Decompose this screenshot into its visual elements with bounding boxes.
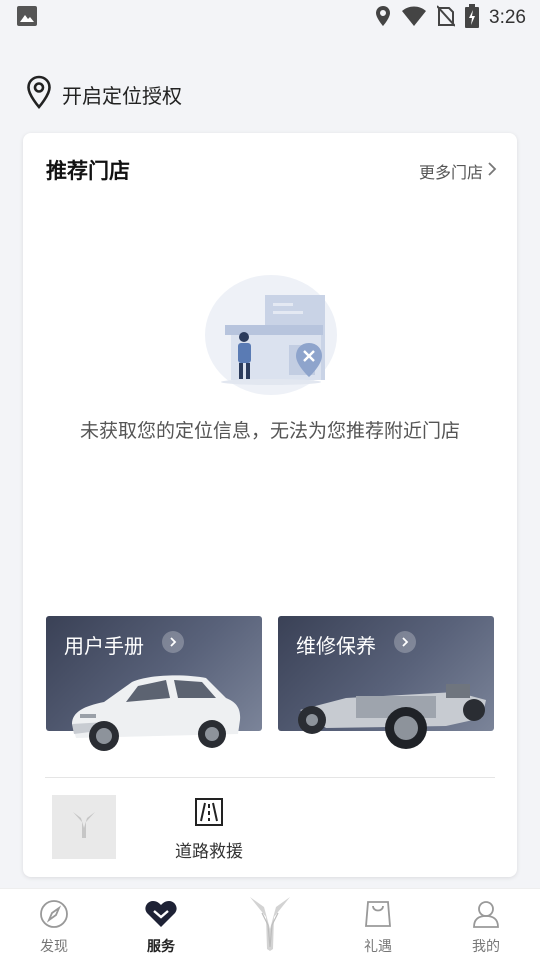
tab-brand-home[interactable] (230, 895, 310, 957)
maintenance-tile[interactable]: 维修保养 (278, 616, 494, 749)
tab-label: 礼遇 (364, 939, 392, 955)
gift-bag-icon (363, 899, 393, 933)
suv-car-image (72, 675, 241, 751)
roadside-assistance-button[interactable]: 道路救援 (173, 797, 245, 862)
more-stores-label: 更多门店 (418, 163, 483, 182)
tab-label: 我的 (472, 939, 500, 955)
heart-chevron-icon (144, 899, 178, 933)
tab-label: 发现 (40, 939, 68, 955)
map-pin-icon (26, 75, 52, 113)
battery-charging-icon (465, 4, 480, 32)
chevron-right-icon (487, 161, 497, 181)
tab-service[interactable]: 服务 (121, 899, 201, 956)
chevron-right-icon (162, 631, 184, 653)
no-location-illustration (201, 265, 341, 395)
compass-icon (39, 899, 69, 933)
more-stores-link[interactable]: 更多门店 (419, 159, 497, 183)
bottom-tab-bar: 发现 服务 礼遇 我的 (0, 888, 540, 960)
enable-location-label: 开启定位授权 (62, 83, 182, 108)
brand-logo-icon (71, 810, 97, 844)
status-bar: 3:26 (0, 0, 540, 36)
user-manual-tile[interactable]: 用户手册 (46, 616, 262, 751)
chevron-right-icon (394, 631, 416, 653)
card-title: 推荐门店 (46, 159, 130, 183)
brand-logo-placeholder (52, 795, 116, 859)
store-card: 推荐门店 更多门店 未获取您的定位信息，无法为您推荐附近门店 用户手册 维修保养… (23, 133, 517, 877)
user-icon (471, 899, 501, 933)
tab-privileges[interactable]: 礼遇 (338, 899, 418, 956)
maintenance-label: 维修保养 (296, 634, 376, 658)
chassis-image (298, 684, 486, 749)
road-icon (194, 798, 224, 831)
no-sim-icon (436, 5, 456, 31)
brand-logo-icon (248, 895, 292, 957)
location-icon (375, 5, 391, 31)
section-divider (45, 777, 495, 778)
roadside-assistance-label: 道路救援 (175, 842, 243, 862)
user-manual-label: 用户手册 (64, 634, 144, 658)
tab-profile[interactable]: 我的 (446, 899, 526, 956)
tab-discover[interactable]: 发现 (14, 899, 94, 956)
status-time: 3:26 (489, 7, 526, 28)
gallery-icon (16, 5, 38, 31)
enable-location-row[interactable]: 开启定位授权 (26, 75, 182, 113)
wifi-icon (401, 5, 427, 31)
tab-label: 服务 (147, 939, 175, 955)
empty-state-message: 未获取您的定位信息，无法为您推荐附近门店 (79, 420, 460, 442)
